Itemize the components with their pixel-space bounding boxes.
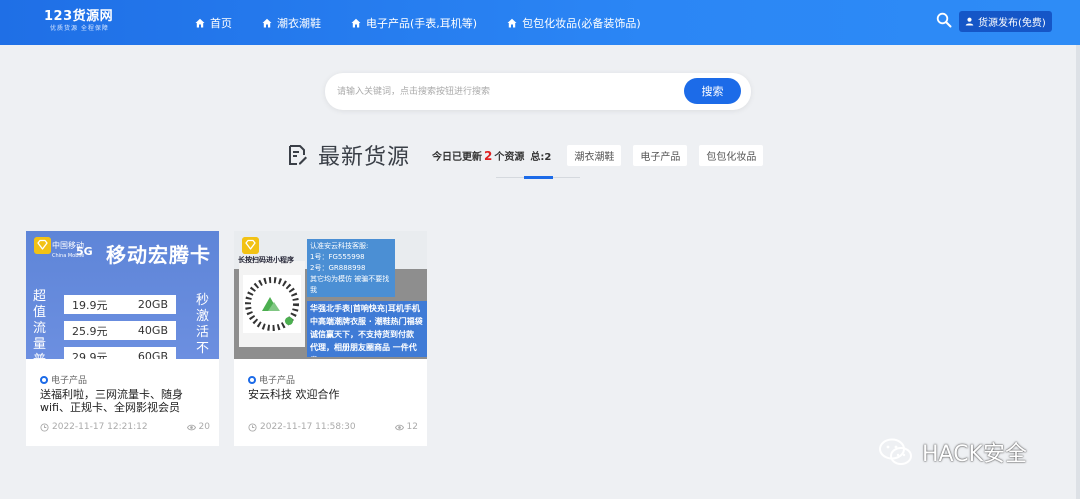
search-input[interactable] <box>337 82 667 102</box>
views-count: 20 <box>198 422 210 432</box>
total-count: 总:2 <box>530 151 552 163</box>
promo-banner: 华强北手表|首响快充|耳机手机 中高端潮牌衣服 · 潮鞋热门福袋 诚信赢天下，不… <box>307 301 427 357</box>
eye-icon <box>394 424 404 430</box>
thumbnail-side-left: 超值流量普 <box>33 289 47 359</box>
resource-card[interactable]: 长按扫码进小程序 认准安云科技客服: 1号：FG555998 2号：GR8889… <box>234 231 427 446</box>
home-icon <box>507 18 517 27</box>
info-line: 其它均为模仿 被骗不要找我 <box>310 275 390 294</box>
watermark: HACK安全 <box>878 436 1027 468</box>
clock-icon <box>40 422 49 432</box>
category-label: 电子产品 <box>51 376 88 386</box>
wechat-icon <box>879 438 912 465</box>
banner-line: 诚信赢天下，不支持货到付款 <box>310 330 414 339</box>
thumbnail-headline: 移动宏腾卡 <box>106 243 211 267</box>
banner-line: 华强北手表|首响快充|耳机手机 <box>310 304 420 313</box>
qr-code-icon <box>243 275 301 333</box>
date-text: 2022-11-17 11:58:30 <box>260 422 356 432</box>
main-nav: 首页 潮衣潮鞋 电子产品(手表,耳机等) 包包化妆品(必备装饰品) <box>195 0 671 45</box>
diamond-badge-icon <box>34 237 51 254</box>
edit-document-icon <box>289 145 307 165</box>
plan-price: 19.9元 <box>72 298 108 312</box>
nav-item-clothing[interactable]: 潮衣潮鞋 <box>262 15 321 31</box>
diamond-badge-icon <box>242 237 259 254</box>
card-date: 2022-11-17 12:21:12 <box>40 422 148 432</box>
clock-icon <box>248 422 257 432</box>
info-line: 2号：GR888998 <box>310 264 366 272</box>
card-date: 2022-11-17 11:58:30 <box>248 422 356 432</box>
resource-card[interactable]: 中国移动 China Mobile 5G 移动宏腾卡 超值流量普 秒激活不 19… <box>26 231 219 446</box>
watermark-text: HACK安全 <box>922 442 1027 467</box>
filter-tag-bags-cosmetics[interactable]: 包包化妆品 <box>699 144 764 166</box>
qr-caption: 长按扫码进小程序 <box>238 256 294 264</box>
plan-row: 19.9元 20GB <box>64 295 176 314</box>
nav-item-electronics[interactable]: 电子产品(手表,耳机等) <box>351 15 477 31</box>
filter-tag-electronics[interactable]: 电子产品 <box>633 144 688 166</box>
section-header: 最新货源 今日已更新 2 个资源 总:2 潮衣潮鞋 电子产品 包包化妆品 <box>286 140 775 170</box>
info-line: 认准安云科技客服: <box>310 242 369 250</box>
nav-item-label: 电子产品(手表,耳机等) <box>366 16 478 30</box>
card-views: 12 <box>394 422 418 432</box>
today-count: 2 <box>484 148 493 163</box>
home-icon <box>351 18 361 27</box>
filter-tag-clothing[interactable]: 潮衣潮鞋 <box>567 144 622 166</box>
nav-item-label: 首页 <box>210 16 232 30</box>
today-suffix: 个资源 <box>494 151 525 163</box>
section-title: 最新货源 <box>318 145 411 170</box>
category-label: 电子产品 <box>259 376 296 386</box>
card-meta: 2022-11-17 11:58:30 12 <box>248 422 418 432</box>
search-button[interactable]: 搜索 <box>684 78 741 104</box>
site-logo[interactable]: 123货源网 优质货源 全程保障 <box>44 9 113 33</box>
views-count: 12 <box>406 422 418 432</box>
card-category[interactable]: 电子产品 <box>40 373 212 386</box>
nav-item-bags-cosmetics[interactable]: 包包化妆品(必备装饰品) <box>507 15 641 31</box>
eye-icon <box>186 424 196 430</box>
thumbnail-5g-tag: 5G <box>76 245 93 258</box>
circle-dot-icon <box>248 375 256 384</box>
search-icon[interactable] <box>936 12 952 28</box>
card-body: 电子产品 送福利啦，三网流量卡、随身wifi、正规卡、全网影视会员 <box>40 373 212 414</box>
nav-item-label: 潮衣潮鞋 <box>277 16 321 30</box>
top-navbar: 123货源网 优质货源 全程保障 首页 潮衣潮鞋 电子产品(手表,耳机等) 包包… <box>0 0 1080 45</box>
card-thumbnail[interactable]: 长按扫码进小程序 认准安云科技客服: 1号：FG555998 2号：GR8889… <box>234 231 427 359</box>
card-thumbnail[interactable]: 中国移动 China Mobile 5G 移动宏腾卡 超值流量普 秒激活不 19… <box>26 231 219 359</box>
plan-price: 25.9元 <box>72 324 108 338</box>
search-bar: 搜索 <box>325 73 751 110</box>
plan-row: 25.9元 40GB <box>64 321 176 340</box>
plan-data: 60GB <box>137 350 168 359</box>
logo-subtitle: 优质货源 全程保障 <box>50 25 109 32</box>
date-text: 2022-11-17 12:21:12 <box>52 422 148 432</box>
card-title[interactable]: 送福利啦，三网流量卡、随身wifi、正规卡、全网影视会员 <box>40 388 212 414</box>
today-prefix: 今日已更新 <box>432 151 483 163</box>
banner-line: 代理，相册朋友圈商品 一件代发 <box>310 343 417 357</box>
publish-label: 货源发布(免费) <box>978 18 1046 29</box>
publish-button[interactable]: 货源发布(免费) <box>959 11 1052 32</box>
circle-dot-icon <box>40 375 48 384</box>
plan-price: 29.9元 <box>72 350 108 360</box>
logo-title: 123货源网 <box>44 9 114 24</box>
nav-item-label: 包包化妆品(必备装饰品) <box>522 16 641 30</box>
card-views: 20 <box>186 422 210 432</box>
user-icon <box>965 17 974 26</box>
section-divider-active <box>524 176 553 179</box>
today-update-summary: 今日已更新 2 个资源 总:2 <box>432 148 551 163</box>
contact-info-box: 认准安云科技客服: 1号：FG555998 2号：GR888998 其它均为模仿… <box>307 239 395 297</box>
nav-item-home[interactable]: 首页 <box>195 15 232 31</box>
banner-line: 中高端潮牌衣服 · 潮鞋热门福袋 <box>310 317 423 326</box>
home-icon <box>262 18 272 27</box>
info-line: 1号：FG555998 <box>310 253 365 261</box>
thumbnail-side-right: 秒激活不 <box>196 293 210 356</box>
card-title[interactable]: 安云科技 欢迎合作 <box>248 388 420 401</box>
plan-row: 29.9元 60GB <box>64 347 176 359</box>
card-meta: 2022-11-17 12:21:12 20 <box>40 422 210 432</box>
plan-data: 20GB <box>137 298 168 311</box>
home-icon <box>195 18 205 27</box>
plan-data: 40GB <box>137 324 168 337</box>
card-category[interactable]: 电子产品 <box>248 373 420 386</box>
page-scrollbar[interactable] <box>1076 45 1080 499</box>
card-body: 电子产品 安云科技 欢迎合作 <box>248 373 420 401</box>
